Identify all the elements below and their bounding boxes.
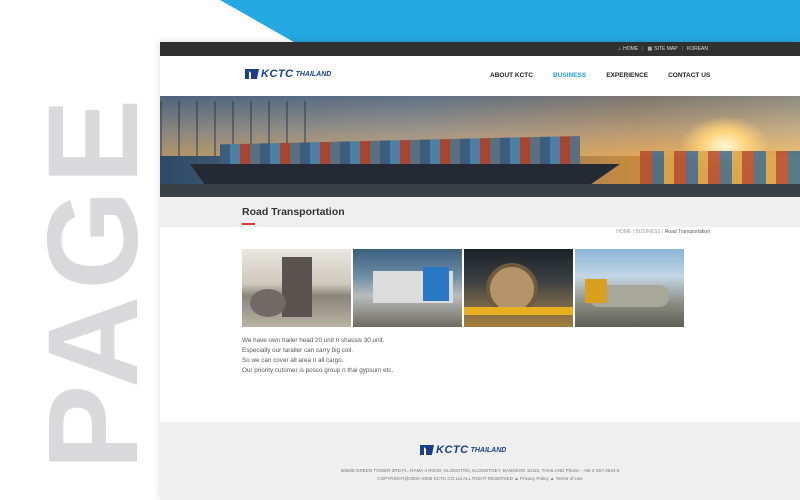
privacy-policy-link[interactable]: Privacy Policy: [520, 476, 549, 481]
nav-business[interactable]: BUSINESS: [553, 72, 586, 79]
nav-contact-us[interactable]: CONTACT US: [668, 72, 710, 79]
description-text: We have own trailer head 20 unit n shass…: [242, 337, 394, 374]
top-utility-bar: ⌂ HOME | ▦ SITE MAP | KOREAN: [160, 42, 800, 56]
sitemap-icon: ▦: [647, 46, 653, 52]
home-link[interactable]: ⌂ HOME: [618, 46, 638, 52]
sitemap-link[interactable]: ▦ SITE MAP: [647, 46, 677, 52]
title-underline: [242, 223, 255, 225]
photo-trailer-cargo[interactable]: [575, 249, 684, 327]
arrow-icon: ▲: [514, 476, 519, 481]
breadcrumb-current: Road Transportation: [664, 229, 710, 235]
page-watermark: PAGE: [22, 92, 165, 470]
arrow-icon: ▲: [549, 476, 555, 481]
breadcrumb-home[interactable]: HOME: [616, 229, 631, 235]
photo-truck-loading[interactable]: [353, 249, 462, 327]
hero-banner-image: [160, 96, 800, 197]
nav-about-kctc[interactable]: ABOUT KCTC: [490, 72, 533, 79]
footer-copyright: COPYRIGHT@2002~2008 KCTC CO.Ltd ALL RIGH…: [377, 476, 513, 481]
page-title: Road Transportation: [242, 206, 345, 218]
home-icon: ⌂: [618, 46, 622, 52]
site-header: KCTC THAILAND ABOUT KCTC BUSINESS EXPERI…: [160, 56, 800, 96]
kctc-logo-icon: [420, 445, 434, 455]
divider: |: [681, 46, 683, 52]
korean-link[interactable]: KOREAN: [687, 46, 708, 52]
photo-gallery: [242, 249, 684, 327]
footer-copyright-line: COPYRIGHT@2002~2008 KCTC CO.Ltd ALL RIGH…: [160, 476, 800, 481]
site-logo[interactable]: KCTC THAILAND: [245, 68, 331, 80]
site-footer: KCTC THAILAND 3656/8 GREEN TOWER 3RD FL.…: [160, 422, 800, 500]
terms-of-use-link[interactable]: Terms of Use: [556, 476, 583, 481]
kctc-logo-icon: [245, 69, 259, 79]
footer-logo: KCTC THAILAND: [420, 444, 506, 456]
footer-address: 3656/8 GREEN TOWER 3RD FL. RAMA 4 ROAD, …: [340, 468, 620, 473]
website-mockup: ⌂ HOME | ▦ SITE MAP | KOREAN KCTC THAILA…: [160, 42, 800, 500]
breadcrumb: HOME | BUSINESS | Road Transportation: [616, 229, 710, 235]
photo-forklift-coil[interactable]: [242, 249, 351, 327]
nav-experience[interactable]: EXPERIENCE: [606, 72, 648, 79]
main-nav: ABOUT KCTC BUSINESS EXPERIENCE CONTACT U…: [490, 72, 730, 79]
divider: |: [642, 46, 644, 52]
photo-steel-coil[interactable]: [464, 249, 573, 327]
breadcrumb-business[interactable]: BUSINESS: [635, 229, 660, 235]
